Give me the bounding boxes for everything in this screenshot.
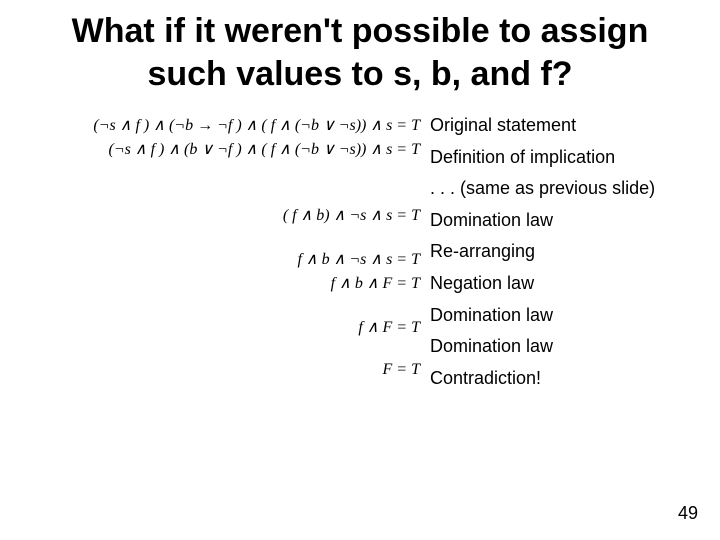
equation-line: f ∧ b ∧ ¬s ∧ s = T: [20, 249, 420, 269]
equation-line: ( f ∧ b) ∧ ¬s ∧ s = T: [20, 205, 420, 225]
equation-line: [20, 163, 420, 183]
equation-line: f ∧ F = T: [20, 317, 420, 337]
explanation: Domination law: [430, 305, 700, 327]
explanations-column: Original statement Definition of implica…: [420, 115, 700, 399]
equations-column: (¬s ∧ f ) ∧ (¬b → ¬f ) ∧ ( f ∧ (¬b ∨ ¬s)…: [20, 115, 420, 399]
slide-title: What if it weren't possible to assign su…: [0, 0, 720, 115]
page-number: 49: [678, 503, 698, 524]
slide-body: (¬s ∧ f ) ∧ (¬b → ¬f ) ∧ ( f ∧ (¬b ∨ ¬s)…: [0, 115, 720, 399]
slide: What if it weren't possible to assign su…: [0, 0, 720, 540]
explanation: Domination law: [430, 210, 700, 232]
explanation: Contradiction!: [430, 368, 700, 390]
equation-line: (¬s ∧ f ) ∧ (¬b → ¬f ) ∧ ( f ∧ (¬b ∨ ¬s)…: [20, 115, 420, 135]
equation-line: f ∧ b ∧ F = T: [20, 273, 420, 293]
equation-line: F = T: [20, 361, 420, 379]
explanation: Negation law: [430, 273, 700, 295]
explanation: Re-arranging: [430, 241, 700, 263]
equation-line: (¬s ∧ f ) ∧ (b ∨ ¬f ) ∧ ( f ∧ (¬b ∨ ¬s))…: [20, 139, 420, 159]
explanation: Original statement: [430, 115, 700, 137]
explanation: Domination law: [430, 336, 700, 358]
explanation: . . . (same as previous slide): [430, 178, 700, 200]
explanation: Definition of implication: [430, 147, 700, 169]
